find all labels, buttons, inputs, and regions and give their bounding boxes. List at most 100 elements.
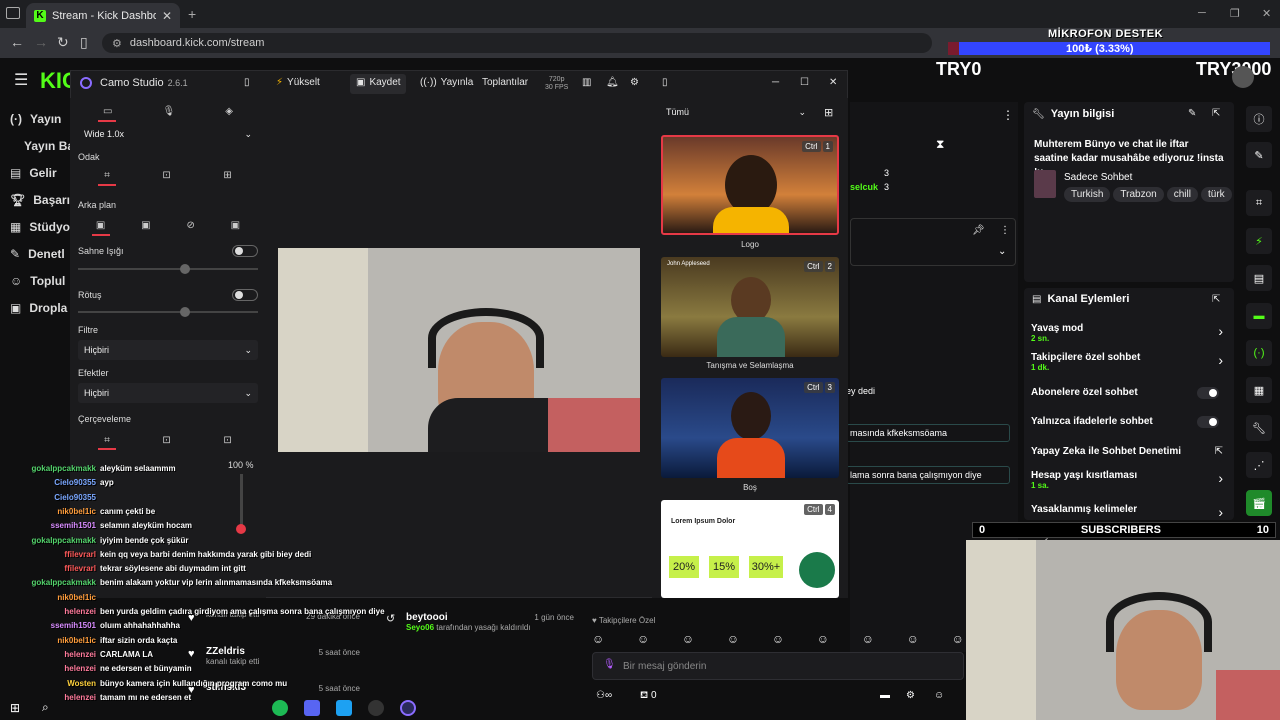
broadcast-button[interactable]: ((·)) Yayınla — [420, 77, 473, 88]
framing-follow-icon[interactable]: ⊡ — [223, 435, 231, 446]
chat-options-icon[interactable]: ⋮ — [1002, 108, 1014, 122]
bg-blur-icon[interactable]: ▣ — [141, 220, 150, 231]
focus-face-icon[interactable]: ⊡ — [162, 170, 170, 181]
emote-icon[interactable]: ☺ — [772, 632, 784, 646]
bell-icon[interactable]: 🔔︎ — [606, 77, 619, 88]
stage-light-toggle[interactable] — [232, 245, 258, 257]
layers-tab-icon[interactable]: ◈ — [225, 106, 233, 117]
menu-icon[interactable]: ☰ — [14, 70, 28, 90]
setting-emote-only[interactable]: Yalnızca ifadelerle sohbet — [1031, 416, 1227, 428]
sidebar-item-stream[interactable]: (·) Yayın — [10, 112, 61, 126]
mic-icon[interactable]: 🎙︎ — [603, 659, 616, 670]
focus-manual-icon[interactable]: ⊞ — [223, 170, 231, 181]
avatar[interactable] — [1232, 66, 1254, 88]
focus-auto-icon[interactable]: ⌗ — [104, 170, 110, 181]
mic-tab-icon[interactable]: 🎙︎ — [163, 106, 176, 117]
popout-icon[interactable]: ⇱ — [1212, 294, 1220, 305]
subscribers-only-toggle[interactable] — [1197, 387, 1219, 399]
sidebar-item-studio[interactable]: ▦ Stüdyo — [10, 220, 70, 234]
slider-knob[interactable] — [180, 264, 190, 274]
framing-off-icon[interactable]: ⌗ — [104, 435, 110, 446]
resolution-badge[interactable]: 720p 30 FPS — [545, 76, 568, 92]
site-info-icon[interactable]: ⚙ — [112, 37, 122, 50]
discord-icon[interactable] — [304, 700, 320, 716]
tab-close-icon[interactable]: ✕ — [162, 9, 172, 23]
search-icon[interactable]: ⌕ — [42, 700, 49, 715]
share-icon[interactable]: ⋰ — [1246, 452, 1272, 478]
sidebar-item-revenue[interactable]: ▤ Gelir — [10, 166, 57, 180]
right-panel-icon[interactable]: ▯ — [662, 77, 668, 88]
retouch-slider[interactable] — [78, 307, 258, 317]
emote-only-toggle[interactable] — [1197, 416, 1219, 428]
notes-icon[interactable]: ▤ — [1246, 265, 1272, 291]
back-icon[interactable]: ← — [10, 34, 24, 50]
emote-icon[interactable]: ☺ — [907, 632, 919, 646]
sidebar-toggle-icon[interactable]: ▯ — [80, 34, 88, 51]
url-field[interactable]: ⚙ dashboard.kick.com/stream — [102, 33, 932, 53]
chevron-down-icon[interactable]: ⌄ — [998, 246, 1006, 257]
emote-icon[interactable]: ☺ — [727, 632, 739, 646]
lens-select[interactable]: Wide 1.0x ⌄ — [78, 124, 258, 144]
crop-icon[interactable]: ⌗ — [1246, 190, 1272, 216]
panel-toggle-icon[interactable]: ▯ — [244, 77, 250, 88]
clapper-icon[interactable]: 🎬︎ — [1246, 490, 1272, 516]
grid-view-icon[interactable]: ⊞ — [824, 106, 833, 119]
columns-icon[interactable]: ▥ — [582, 77, 591, 88]
meetings-button[interactable]: Toplantılar — [482, 77, 528, 88]
emote-icon[interactable]: ☺ — [817, 632, 829, 646]
maximize-icon[interactable]: ❐ — [1230, 7, 1240, 20]
bg-remove-icon[interactable]: ⊘ — [186, 220, 194, 231]
lightning-icon[interactable]: ⚡︎ — [1246, 228, 1272, 254]
close-window-icon[interactable]: ✕ — [1262, 7, 1271, 20]
twitter-icon[interactable] — [336, 700, 352, 716]
emote-icon[interactable]: ☺ — [952, 632, 964, 646]
chat-username[interactable]: helenzei — [10, 607, 96, 616]
emote-picker-icon[interactable]: ☺ — [934, 690, 944, 701]
chat-username[interactable]: Cielo90355 — [10, 493, 96, 502]
tab-actions-icon[interactable] — [6, 7, 20, 19]
chat-username[interactable]: gokalppcakmakk — [10, 578, 96, 587]
emote-icon[interactable]: ☺ — [682, 632, 694, 646]
edit-icon[interactable]: ✎ — [1188, 108, 1196, 119]
setting-subscribers-only[interactable]: Abonelere özel sohbet — [1031, 387, 1227, 399]
sidebar-item-community[interactable]: ☺ Toplul — [10, 274, 65, 288]
settings-gear-icon[interactable]: ⚙ — [630, 77, 639, 88]
wrench-icon[interactable]: 🔧︎ — [1246, 415, 1272, 441]
scene-thumb-logo[interactable]: Ctrl 1 — [661, 135, 839, 235]
chat-username[interactable]: gokalppcakmakk — [10, 536, 96, 545]
stage-light-slider[interactable] — [78, 264, 258, 274]
sidebar-item-moderation[interactable]: ✎ Denetl — [10, 247, 65, 261]
chat-username[interactable]: ssemih1501 — [10, 621, 96, 630]
record-button[interactable]: ▣ Kaydet — [356, 77, 401, 88]
windows-start-icon[interactable]: ⊞ — [10, 701, 20, 715]
framing-center-icon[interactable]: ⊡ — [162, 435, 170, 446]
chat-message-input[interactable]: 🎙︎ Bir mesaj gönderin — [592, 652, 964, 680]
chat-username[interactable]: Wosten — [10, 679, 96, 688]
chat-username[interactable]: nik0bel1ic — [10, 507, 96, 516]
emote-icon[interactable]: ☺ — [637, 632, 649, 646]
setting-ai-moderation[interactable]: Yapay Zeka ile Sohbet Denetimi ⇱ — [1031, 446, 1227, 457]
setting-slow-mode[interactable]: Yavaş mod 2 sn. › — [1031, 323, 1227, 343]
chat-username[interactable]: ffilevrarl — [10, 550, 96, 559]
sidebar-item-drops[interactable]: ▣ Dropla — [10, 301, 67, 315]
chat-username[interactable]: nik0bel1ic — [10, 636, 96, 645]
chat-username[interactable]: helenzei — [10, 664, 96, 673]
retouch-toggle[interactable] — [232, 289, 258, 301]
pencil-icon[interactable]: ✎ — [1246, 142, 1272, 168]
pinned-options-icon[interactable]: ⋮ — [1000, 225, 1010, 236]
sidebar-item-stream-settings[interactable]: Yayın Ba — [24, 139, 74, 153]
upgrade-button[interactable]: ⚡︎ Yükselt — [276, 77, 320, 88]
chat-username[interactable]: Cielo90355 — [10, 478, 96, 487]
chat-username[interactable]: gokalppcakmakk — [10, 464, 96, 473]
minimize-icon[interactable]: ─ — [772, 77, 779, 88]
info-icon[interactable]: ⓘ — [1246, 106, 1272, 132]
filter-select[interactable]: Hiçbiri ⌄ — [78, 340, 258, 360]
chat-username[interactable]: helenzei — [10, 693, 96, 702]
forward-icon[interactable]: → — [34, 34, 48, 50]
chat-username[interactable]: ssemih1501 — [10, 521, 96, 530]
chat-bubble-icon[interactable]: ▬ — [880, 690, 890, 701]
close-icon[interactable]: ✕ — [829, 77, 837, 88]
effects-select[interactable]: Hiçbiri ⌄ — [78, 383, 258, 403]
video-tab-icon[interactable]: ▭ — [103, 106, 112, 117]
setting-account-age[interactable]: Hesap yaşı kısıtlaması 1 sa. › — [1031, 470, 1227, 490]
